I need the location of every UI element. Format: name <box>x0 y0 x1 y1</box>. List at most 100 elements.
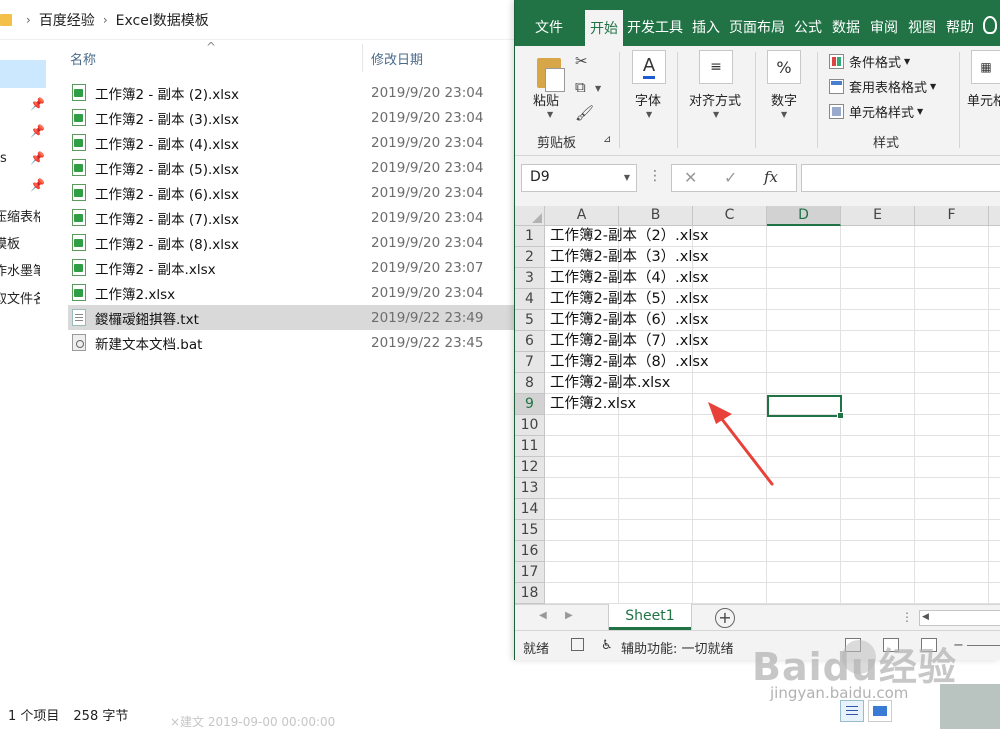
cells-icon[interactable]: ▦ <box>971 50 1000 84</box>
cell-a[interactable]: 工作簿2-副本（6）.xlsx <box>550 310 709 331</box>
nav-item[interactable]: 作水墨笔 <box>0 260 40 279</box>
cell-styles-button[interactable]: 单元格样式 ▼ <box>829 102 923 121</box>
font-color-icon[interactable]: A <box>632 50 666 84</box>
file-row[interactable]: 工作簿2 - 副本 (4).xlsx 2019/9/20 23:04 <box>68 130 514 155</box>
nav-item[interactable]: 压缩表格 <box>0 206 40 225</box>
tab-file[interactable]: 文件 <box>527 12 571 42</box>
conditional-format-button[interactable]: 条件格式 ▼ <box>829 52 910 71</box>
file-row[interactable]: 工作簿2.xlsx 2019/9/20 23:04 <box>68 280 514 305</box>
add-sheet-icon[interactable]: + <box>715 608 735 628</box>
tab-help[interactable]: 帮助 <box>943 12 977 42</box>
format-painter-icon[interactable]: 🖌 <box>575 104 594 122</box>
chevron-down-icon[interactable]: ▼ <box>713 110 719 119</box>
row-header[interactable]: 8 <box>515 373 545 394</box>
macro-record-icon[interactable] <box>571 638 584 651</box>
cell-a[interactable]: 工作簿2-副本（3）.xlsx <box>550 247 709 268</box>
breadcrumb-item[interactable]: Excel数据模板 <box>116 10 209 30</box>
column-header-date[interactable]: 修改日期 <box>371 49 423 68</box>
chevron-down-icon[interactable]: ▼ <box>781 110 787 119</box>
row-header[interactable]: 12 <box>515 457 545 478</box>
more-icon[interactable]: ⋮ <box>901 610 913 624</box>
pin-icon[interactable]: 📌 <box>30 151 45 165</box>
format-as-table-button[interactable]: 套用表格格式 ▼ <box>829 77 936 96</box>
nav-item[interactable]: 模板 <box>0 233 40 252</box>
file-row[interactable]: 工作簿2 - 副本 (3).xlsx 2019/9/20 23:04 <box>68 105 514 130</box>
column-header-partial[interactable] <box>989 206 1000 226</box>
column-header[interactable]: E <box>841 206 915 226</box>
next-sheet-icon[interactable]: ▶ <box>565 610 573 621</box>
chevron-down-icon[interactable]: ▼ <box>595 84 601 93</box>
address-bar[interactable]: › 百度经验 › Excel数据模板 <box>0 0 514 40</box>
prev-sheet-icon[interactable]: ◀ <box>539 610 547 621</box>
more-icon[interactable]: ⋮ <box>648 168 662 184</box>
tab-review[interactable]: 审阅 <box>867 12 901 42</box>
select-all-button[interactable] <box>515 206 545 226</box>
row-header[interactable]: 11 <box>515 436 545 457</box>
column-divider[interactable] <box>362 44 363 72</box>
cell-a[interactable]: 工作簿2-副本（7）.xlsx <box>550 331 709 352</box>
tab-view[interactable]: 视图 <box>905 12 939 42</box>
font-button[interactable]: 字体 <box>635 90 661 109</box>
formula-input[interactable] <box>801 164 1000 192</box>
copy-icon[interactable]: ⧉ <box>575 78 586 96</box>
row-header[interactable]: 16 <box>515 541 545 562</box>
cell-a[interactable]: 工作簿2-副本（4）.xlsx <box>550 268 709 289</box>
pin-icon[interactable]: 📌 <box>30 97 45 111</box>
chevron-down-icon[interactable]: ▼ <box>624 173 630 182</box>
row-header[interactable]: 2 <box>515 247 545 268</box>
file-row[interactable]: 新建文本文档.bat 2019/9/22 23:45 <box>68 330 514 355</box>
chevron-down-icon[interactable]: ▼ <box>646 110 652 119</box>
cancel-icon[interactable]: ✕ <box>684 168 697 187</box>
sheet-tab[interactable]: Sheet1 <box>609 604 691 630</box>
cell-a[interactable]: 工作簿2.xlsx <box>550 394 636 415</box>
paste-button[interactable]: 粘贴 <box>533 90 559 109</box>
insert-function-icon[interactable]: fx <box>764 168 778 186</box>
file-row[interactable]: 工作簿2 - 副本 (7).xlsx 2019/9/20 23:04 <box>68 205 514 230</box>
alignment-button[interactable]: 对齐方式 <box>689 90 741 109</box>
breadcrumb-item[interactable]: 百度经验 <box>39 10 95 30</box>
file-row[interactable]: 工作簿2 - 副本 (8).xlsx 2019/9/20 23:04 <box>68 230 514 255</box>
tab-developer[interactable]: 开发工具 <box>623 12 687 42</box>
percent-icon[interactable]: % <box>767 50 801 84</box>
tab-page-layout[interactable]: 页面布局 <box>725 12 789 42</box>
column-header[interactable]: F <box>915 206 989 226</box>
tab-formulas[interactable]: 公式 <box>791 12 825 42</box>
row-header[interactable]: 10 <box>515 415 545 436</box>
row-header[interactable]: 13 <box>515 478 545 499</box>
cell-a[interactable]: 工作簿2-副本（2）.xlsx <box>550 226 709 247</box>
row-header[interactable]: 5 <box>515 310 545 331</box>
column-header[interactable]: A <box>545 206 619 226</box>
pin-icon[interactable]: 📌 <box>30 178 45 192</box>
column-header[interactable]: C <box>693 206 767 226</box>
name-box[interactable]: D9 ▼ <box>521 164 637 192</box>
nav-item[interactable]: 取文件名 <box>0 288 40 307</box>
column-header-name[interactable]: 名称 <box>70 49 96 68</box>
row-header[interactable]: 15 <box>515 520 545 541</box>
row-header[interactable]: 14 <box>515 499 545 520</box>
tab-home[interactable]: 开始 <box>585 10 623 46</box>
row-header[interactable]: 6 <box>515 331 545 352</box>
file-row[interactable]: 工作簿2 - 副本 (6).xlsx 2019/9/20 23:04 <box>68 180 514 205</box>
file-row[interactable]: 工作簿2 - 副本.xlsx 2019/9/20 23:07 <box>68 255 514 280</box>
row-header[interactable]: 3 <box>515 268 545 289</box>
cut-icon[interactable]: ✂ <box>575 52 588 70</box>
enter-icon[interactable]: ✓ <box>724 168 737 187</box>
row-header[interactable]: 1 <box>515 226 545 247</box>
cell-a[interactable]: 工作簿2-副本.xlsx <box>550 373 670 394</box>
status-accessibility[interactable]: 辅助功能: 一切就绪 <box>621 638 734 657</box>
number-button[interactable]: 数字 <box>771 90 797 109</box>
column-header[interactable]: B <box>619 206 693 226</box>
accessibility-icon[interactable]: ♿ <box>601 638 613 653</box>
nav-item-selected[interactable] <box>0 60 46 88</box>
lightbulb-icon[interactable] <box>983 16 997 34</box>
file-row[interactable]: 工作簿2 - 副本 (5).xlsx 2019/9/20 23:04 <box>68 155 514 180</box>
align-icon[interactable]: ≡ <box>699 50 733 84</box>
pin-icon[interactable]: 📌 <box>30 124 45 138</box>
cell-a[interactable]: 工作簿2-副本（8）.xlsx <box>550 352 709 373</box>
row-header[interactable]: 18 <box>515 583 545 604</box>
row-header[interactable]: 9 <box>515 394 545 415</box>
file-row[interactable]: 鍐欏叆鎺掑簭.txt 2019/9/22 23:49 <box>68 305 514 330</box>
row-header[interactable]: 4 <box>515 289 545 310</box>
row-header[interactable]: 17 <box>515 562 545 583</box>
column-header[interactable]: D <box>767 206 841 226</box>
